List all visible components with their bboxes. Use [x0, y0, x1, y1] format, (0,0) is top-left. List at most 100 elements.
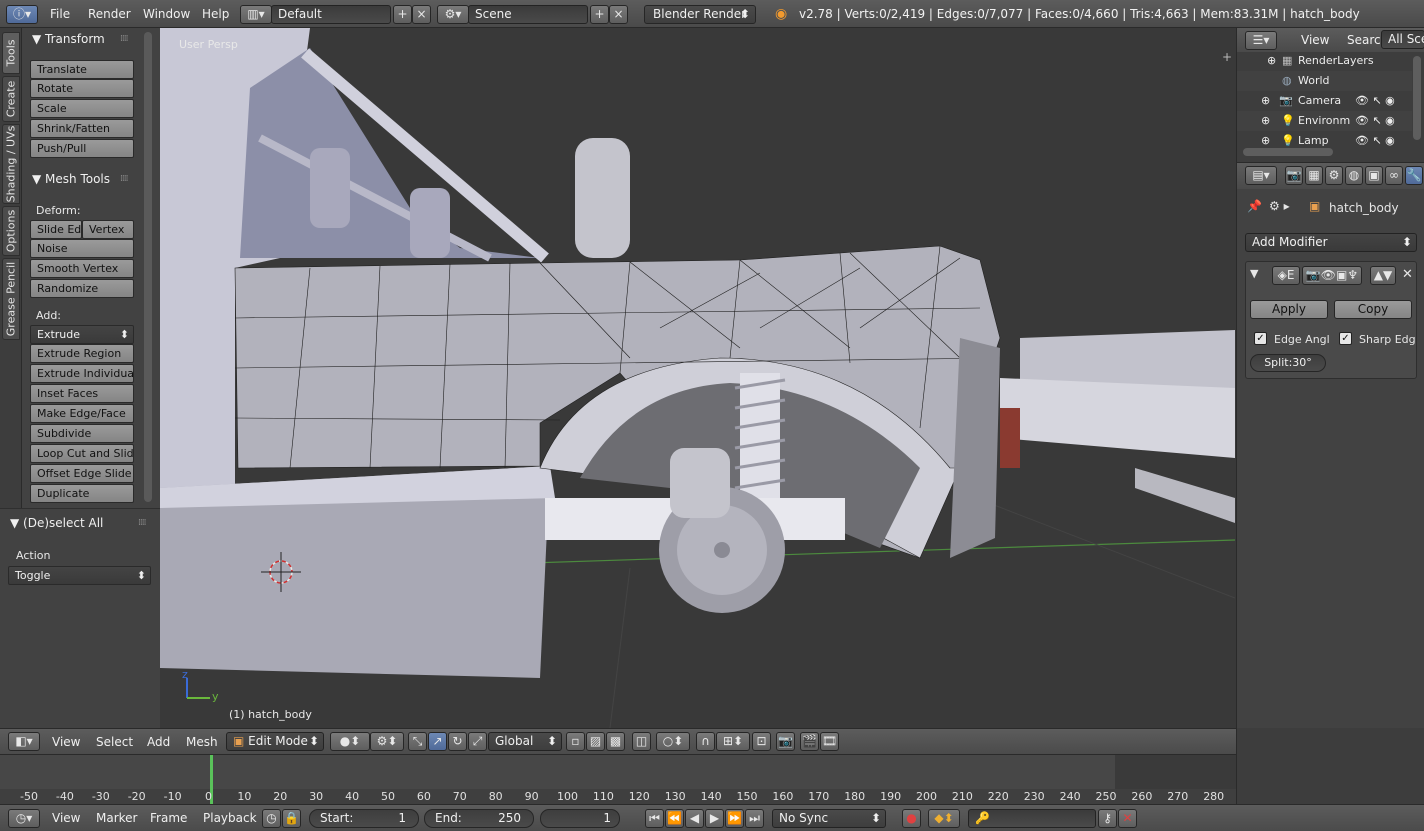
- add-scene-icon[interactable]: +: [590, 5, 609, 24]
- mode-select[interactable]: ▣ Edit Mode ⬍: [226, 732, 324, 751]
- make-edge-face-button[interactable]: Make Edge/Face: [30, 404, 134, 423]
- slide-edge-button[interactable]: Slide Ed: [30, 220, 82, 239]
- tl-menu-playback[interactable]: Playback: [203, 811, 257, 825]
- 3d-view-editor-icon[interactable]: ◧▾: [8, 732, 40, 751]
- 3d-viewport[interactable]: User Persp z y (1) hatch_body +: [160, 28, 1235, 728]
- scene-field[interactable]: Scene: [468, 5, 588, 24]
- object-context-icon[interactable]: ▣: [1365, 166, 1383, 185]
- inset-faces-button[interactable]: Inset Faces: [30, 384, 134, 403]
- outliner-row-environment[interactable]: ⊕💡Environment👁 ↖ ◉: [1237, 111, 1412, 131]
- pivot-point-select[interactable]: ⚙⬍: [370, 732, 404, 751]
- render-still-icon[interactable]: 📷: [776, 732, 795, 751]
- transform-orientation-select[interactable]: Global ⬍: [488, 732, 562, 751]
- apply-button[interactable]: Apply: [1250, 300, 1328, 319]
- manipulator-toggle-icon[interactable]: ⤡: [408, 732, 427, 751]
- face-select-mode-icon[interactable]: ▩: [606, 732, 625, 751]
- panel-grip-icon[interactable]: ⁞⁞⁞⁞: [120, 34, 129, 44]
- outliner-menu-view[interactable]: View: [1301, 33, 1329, 47]
- split-angle-field[interactable]: Split:30°: [1250, 354, 1326, 372]
- extrude-select[interactable]: Extrude ⬍: [30, 325, 134, 344]
- smooth-vertex-button[interactable]: Smooth Vertex: [30, 259, 134, 278]
- outliner-row-renderlayers[interactable]: ⊕ ▦ RenderLayers: [1237, 51, 1412, 71]
- viewport-shading-select[interactable]: ●⬍: [330, 732, 370, 751]
- jump-start-icon[interactable]: ⏮: [645, 809, 664, 828]
- prev-keyframe-icon[interactable]: ⏪: [665, 809, 684, 828]
- tab-options[interactable]: Options: [2, 206, 20, 256]
- outliner-row-camera[interactable]: ⊕ 📷 Camera 👁 ↖ ◉: [1237, 91, 1412, 111]
- scene-context-icon[interactable]: ⚙: [1325, 166, 1343, 185]
- snap-toggle-icon[interactable]: ∩: [696, 732, 715, 751]
- properties-editor-icon[interactable]: ▤▾: [1245, 166, 1277, 185]
- outliner-scrollbar[interactable]: [1413, 56, 1421, 140]
- translate-manipulator-icon[interactable]: ↗: [428, 732, 447, 751]
- timeline[interactable]: -50 -40 -30 -20 -10 0 10 20 30 40 50 60 70 80 90 100 110…: [0, 754, 1236, 805]
- delete-keyframe-icon[interactable]: ✕: [1118, 809, 1137, 828]
- remove-layout-icon[interactable]: ×: [412, 5, 431, 24]
- push-pull-button[interactable]: Push/Pull: [30, 139, 134, 158]
- tab-shading-uvs[interactable]: Shading / UVs: [2, 124, 20, 204]
- properties-toggle-icon[interactable]: +: [1222, 50, 1232, 64]
- panel-grip-icon[interactable]: ⁞⁞⁞⁞: [120, 174, 129, 184]
- edge-angle-checkbox[interactable]: ✓: [1254, 332, 1267, 345]
- tab-tools[interactable]: Tools: [2, 32, 20, 74]
- scale-manipulator-icon[interactable]: ⤢: [468, 732, 487, 751]
- keying-icon[interactable]: ◆⬍: [928, 809, 960, 828]
- pin-icon[interactable]: 📌: [1247, 199, 1262, 213]
- extrude-individual-button[interactable]: Extrude Individual: [30, 364, 134, 383]
- tab-grease-pencil[interactable]: Grease Pencil: [2, 258, 20, 340]
- panel-grip-icon[interactable]: ⁞⁞⁞⁞: [138, 518, 147, 528]
- outliner-editor-icon[interactable]: ☰▾: [1245, 31, 1277, 50]
- rotate-button[interactable]: Rotate: [30, 79, 134, 98]
- render-animation-icon[interactable]: 🎞: [820, 732, 839, 751]
- menu-render[interactable]: Render: [82, 5, 137, 24]
- move-modifier-icon[interactable]: ▲▼: [1370, 266, 1396, 285]
- preview-range-icon[interactable]: ◷: [262, 809, 281, 828]
- add-layout-icon[interactable]: +: [393, 5, 412, 24]
- keying-set-field[interactable]: 🔑: [968, 809, 1096, 828]
- world-context-icon[interactable]: ◍: [1345, 166, 1363, 185]
- vertex-slide-button[interactable]: Vertex: [82, 220, 134, 239]
- duplicate-button[interactable]: Duplicate: [30, 484, 134, 503]
- jump-end-icon[interactable]: ⏭: [745, 809, 764, 828]
- copy-button[interactable]: Copy: [1334, 300, 1412, 319]
- next-keyframe-icon[interactable]: ⏩: [725, 809, 744, 828]
- tl-menu-view[interactable]: View: [52, 811, 80, 825]
- lock-range-icon[interactable]: 🔒: [282, 809, 301, 828]
- occlude-geometry-icon[interactable]: ◫: [632, 732, 651, 751]
- noise-button[interactable]: Noise: [30, 239, 134, 258]
- operator-panel-header[interactable]: ▼ (De)select All: [10, 516, 103, 530]
- add-modifier-select[interactable]: Add Modifier ⬍: [1245, 233, 1417, 252]
- sharp-edges-checkbox[interactable]: ✓: [1339, 332, 1352, 345]
- proportional-edit-select[interactable]: ○⬍: [656, 732, 690, 751]
- constraints-context-icon[interactable]: ∞: [1385, 166, 1403, 185]
- info-editor-icon[interactable]: ⓘ▾: [6, 5, 38, 24]
- insert-keyframe-icon[interactable]: ⚷: [1098, 809, 1117, 828]
- render-context-icon[interactable]: 📷: [1285, 166, 1303, 185]
- collapse-icon[interactable]: ▼: [1250, 267, 1258, 280]
- layers-context-icon[interactable]: ▦: [1305, 166, 1323, 185]
- timeline-editor-icon[interactable]: ◷▾: [8, 809, 40, 828]
- snap-element-select[interactable]: ⊞⬍: [716, 732, 750, 751]
- outliner-hscrollbar[interactable]: [1243, 148, 1333, 156]
- sync-mode-select[interactable]: No Sync ⬍: [772, 809, 886, 828]
- render-opengl-icon[interactable]: 🎬: [800, 732, 819, 751]
- toolshelf-scrollbar[interactable]: [144, 32, 152, 502]
- tl-menu-frame[interactable]: Frame: [150, 811, 187, 825]
- menu-file[interactable]: File: [44, 5, 76, 24]
- end-frame-field[interactable]: End: 250: [424, 809, 534, 828]
- screen-layout-field[interactable]: Default: [271, 5, 391, 24]
- extrude-region-button[interactable]: Extrude Region: [30, 344, 134, 363]
- vp-menu-mesh[interactable]: Mesh: [186, 735, 218, 749]
- vp-menu-add[interactable]: Add: [147, 735, 170, 749]
- menu-window[interactable]: Window: [137, 5, 196, 24]
- translate-button[interactable]: Translate: [30, 60, 134, 79]
- outliner-row-world[interactable]: ◍ World: [1237, 71, 1412, 91]
- play-reverse-icon[interactable]: ◀: [685, 809, 704, 828]
- rotate-manipulator-icon[interactable]: ↻: [448, 732, 467, 751]
- vertex-select-mode-icon[interactable]: ▫: [566, 732, 585, 751]
- offset-edge-slide-button[interactable]: Offset Edge Slide: [30, 464, 134, 483]
- shrink-fatten-button[interactable]: Shrink/Fatten: [30, 119, 134, 138]
- tl-menu-marker[interactable]: Marker: [96, 811, 137, 825]
- scale-button[interactable]: Scale: [30, 99, 134, 118]
- snap-target-icon[interactable]: ⊡: [752, 732, 771, 751]
